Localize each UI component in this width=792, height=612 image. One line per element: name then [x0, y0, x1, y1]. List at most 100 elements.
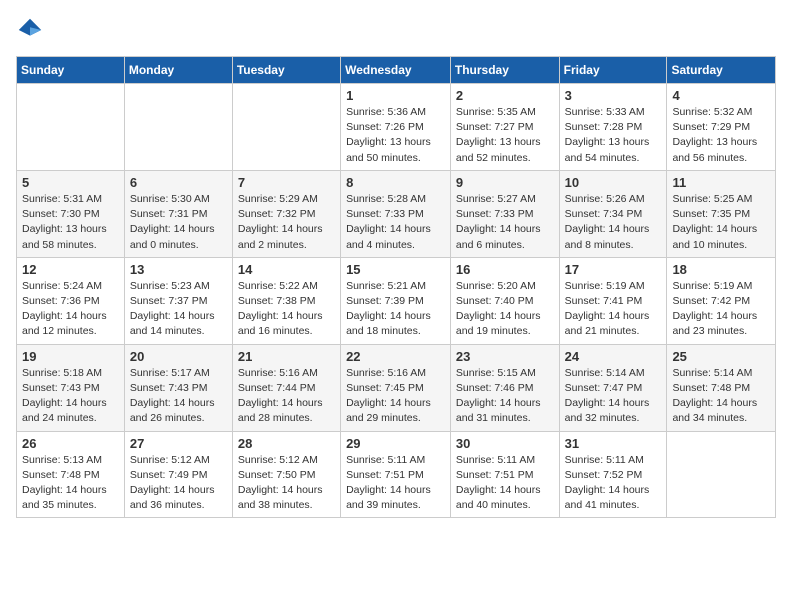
- calendar-cell: 12 Sunrise: 5:24 AMSunset: 7:36 PMDayligh…: [17, 257, 125, 344]
- day-number: 18: [672, 262, 770, 277]
- day-number: 16: [456, 262, 554, 277]
- day-number: 30: [456, 436, 554, 451]
- day-info: Sunrise: 5:31 AMSunset: 7:30 PMDaylight:…: [22, 192, 119, 253]
- day-info: Sunrise: 5:14 AMSunset: 7:48 PMDaylight:…: [672, 366, 770, 427]
- day-info: Sunrise: 5:12 AMSunset: 7:50 PMDaylight:…: [238, 453, 335, 514]
- calendar-cell: 18 Sunrise: 5:19 AMSunset: 7:42 PMDayligh…: [667, 257, 776, 344]
- calendar-cell: 24 Sunrise: 5:14 AMSunset: 7:47 PMDayligh…: [559, 344, 667, 431]
- calendar-cell: 9 Sunrise: 5:27 AMSunset: 7:33 PMDaylight…: [450, 170, 559, 257]
- day-info: Sunrise: 5:13 AMSunset: 7:48 PMDaylight:…: [22, 453, 119, 514]
- calendar-cell: 28Sunrise: 5:12 AMSunset: 7:50 PMDayligh…: [232, 431, 340, 518]
- calendar-cell: 22 Sunrise: 5:16 AMSunset: 7:45 PMDayligh…: [341, 344, 451, 431]
- day-number: 23: [456, 349, 554, 364]
- calendar-cell: 11 Sunrise: 5:25 AMSunset: 7:35 PMDayligh…: [667, 170, 776, 257]
- day-number: 22: [346, 349, 445, 364]
- day-info: Sunrise: 5:16 AMSunset: 7:44 PMDaylight:…: [238, 366, 335, 427]
- calendar-cell: 1 Sunrise: 5:36 AMSunset: 7:26 PMDaylight…: [341, 84, 451, 171]
- day-info: Sunrise: 5:25 AMSunset: 7:35 PMDaylight:…: [672, 192, 770, 253]
- day-info: Sunrise: 5:11 AMSunset: 7:51 PMDaylight:…: [456, 453, 554, 514]
- calendar-cell: [232, 84, 340, 171]
- week-row-5: 26 Sunrise: 5:13 AMSunset: 7:48 PMDayligh…: [17, 431, 776, 518]
- day-number: 20: [130, 349, 227, 364]
- day-info: Sunrise: 5:36 AMSunset: 7:26 PMDaylight:…: [346, 105, 445, 166]
- day-number: 9: [456, 175, 554, 190]
- calendar-cell: 29 Sunrise: 5:11 AMSunset: 7:51 PMDayligh…: [341, 431, 451, 518]
- day-number: 17: [565, 262, 662, 277]
- page-header: [16, 16, 776, 44]
- calendar-cell: 14 Sunrise: 5:22 AMSunset: 7:38 PMDayligh…: [232, 257, 340, 344]
- calendar-cell: 19Sunrise: 5:18 AMSunset: 7:43 PMDayligh…: [17, 344, 125, 431]
- calendar-cell: 7 Sunrise: 5:29 AMSunset: 7:32 PMDaylight…: [232, 170, 340, 257]
- week-row-3: 12 Sunrise: 5:24 AMSunset: 7:36 PMDayligh…: [17, 257, 776, 344]
- calendar-cell: 20 Sunrise: 5:17 AMSunset: 7:43 PMDayligh…: [124, 344, 232, 431]
- day-number: 26: [22, 436, 119, 451]
- day-info: Sunrise: 5:33 AMSunset: 7:28 PMDaylight:…: [565, 105, 662, 166]
- day-info: Sunrise: 5:22 AMSunset: 7:38 PMDaylight:…: [238, 279, 335, 340]
- day-info: Sunrise: 5:12 AMSunset: 7:49 PMDaylight:…: [130, 453, 227, 514]
- day-number: 15: [346, 262, 445, 277]
- day-number: 5: [22, 175, 119, 190]
- weekday-header-row: SundayMondayTuesdayWednesdayThursdayFrid…: [17, 57, 776, 84]
- day-number: 8: [346, 175, 445, 190]
- calendar-cell: 25Sunrise: 5:14 AMSunset: 7:48 PMDayligh…: [667, 344, 776, 431]
- week-row-4: 19Sunrise: 5:18 AMSunset: 7:43 PMDayligh…: [17, 344, 776, 431]
- weekday-header-saturday: Saturday: [667, 57, 776, 84]
- day-info: Sunrise: 5:19 AMSunset: 7:42 PMDaylight:…: [672, 279, 770, 340]
- day-number: 21: [238, 349, 335, 364]
- day-info: Sunrise: 5:30 AMSunset: 7:31 PMDaylight:…: [130, 192, 227, 253]
- day-info: Sunrise: 5:27 AMSunset: 7:33 PMDaylight:…: [456, 192, 554, 253]
- day-number: 4: [672, 88, 770, 103]
- day-number: 2: [456, 88, 554, 103]
- day-number: 1: [346, 88, 445, 103]
- day-info: Sunrise: 5:21 AMSunset: 7:39 PMDaylight:…: [346, 279, 445, 340]
- day-info: Sunrise: 5:18 AMSunset: 7:43 PMDaylight:…: [22, 366, 119, 427]
- week-row-2: 5 Sunrise: 5:31 AMSunset: 7:30 PMDaylight…: [17, 170, 776, 257]
- weekday-header-sunday: Sunday: [17, 57, 125, 84]
- calendar-cell: 21 Sunrise: 5:16 AMSunset: 7:44 PMDayligh…: [232, 344, 340, 431]
- logo-icon: [16, 16, 44, 44]
- calendar-cell: 27 Sunrise: 5:12 AMSunset: 7:49 PMDayligh…: [124, 431, 232, 518]
- calendar: SundayMondayTuesdayWednesdayThursdayFrid…: [16, 56, 776, 518]
- day-info: Sunrise: 5:28 AMSunset: 7:33 PMDaylight:…: [346, 192, 445, 253]
- day-info: Sunrise: 5:26 AMSunset: 7:34 PMDaylight:…: [565, 192, 662, 253]
- day-number: 27: [130, 436, 227, 451]
- day-info: Sunrise: 5:23 AMSunset: 7:37 PMDaylight:…: [130, 279, 227, 340]
- calendar-cell: 15 Sunrise: 5:21 AMSunset: 7:39 PMDayligh…: [341, 257, 451, 344]
- day-info: Sunrise: 5:24 AMSunset: 7:36 PMDaylight:…: [22, 279, 119, 340]
- calendar-cell: [17, 84, 125, 171]
- day-info: Sunrise: 5:20 AMSunset: 7:40 PMDaylight:…: [456, 279, 554, 340]
- day-number: 13: [130, 262, 227, 277]
- day-info: Sunrise: 5:19 AMSunset: 7:41 PMDaylight:…: [565, 279, 662, 340]
- day-info: Sunrise: 5:14 AMSunset: 7:47 PMDaylight:…: [565, 366, 662, 427]
- day-info: Sunrise: 5:32 AMSunset: 7:29 PMDaylight:…: [672, 105, 770, 166]
- calendar-cell: 4 Sunrise: 5:32 AMSunset: 7:29 PMDaylight…: [667, 84, 776, 171]
- calendar-cell: 17 Sunrise: 5:19 AMSunset: 7:41 PMDayligh…: [559, 257, 667, 344]
- calendar-cell: 26 Sunrise: 5:13 AMSunset: 7:48 PMDayligh…: [17, 431, 125, 518]
- day-number: 6: [130, 175, 227, 190]
- logo: [16, 16, 48, 44]
- day-number: 10: [565, 175, 662, 190]
- day-number: 7: [238, 175, 335, 190]
- day-number: 24: [565, 349, 662, 364]
- day-number: 12: [22, 262, 119, 277]
- day-number: 29: [346, 436, 445, 451]
- day-info: Sunrise: 5:17 AMSunset: 7:43 PMDaylight:…: [130, 366, 227, 427]
- day-info: Sunrise: 5:29 AMSunset: 7:32 PMDaylight:…: [238, 192, 335, 253]
- calendar-cell: 2 Sunrise: 5:35 AMSunset: 7:27 PMDaylight…: [450, 84, 559, 171]
- weekday-header-friday: Friday: [559, 57, 667, 84]
- day-info: Sunrise: 5:15 AMSunset: 7:46 PMDaylight:…: [456, 366, 554, 427]
- day-info: Sunrise: 5:11 AMSunset: 7:51 PMDaylight:…: [346, 453, 445, 514]
- calendar-cell: 13 Sunrise: 5:23 AMSunset: 7:37 PMDayligh…: [124, 257, 232, 344]
- day-info: Sunrise: 5:35 AMSunset: 7:27 PMDaylight:…: [456, 105, 554, 166]
- day-number: 11: [672, 175, 770, 190]
- calendar-cell: 31Sunrise: 5:11 AMSunset: 7:52 PMDayligh…: [559, 431, 667, 518]
- calendar-cell: 23 Sunrise: 5:15 AMSunset: 7:46 PMDayligh…: [450, 344, 559, 431]
- calendar-cell: 8 Sunrise: 5:28 AMSunset: 7:33 PMDaylight…: [341, 170, 451, 257]
- day-number: 3: [565, 88, 662, 103]
- calendar-cell: 30 Sunrise: 5:11 AMSunset: 7:51 PMDayligh…: [450, 431, 559, 518]
- weekday-header-tuesday: Tuesday: [232, 57, 340, 84]
- day-number: 14: [238, 262, 335, 277]
- calendar-cell: 16 Sunrise: 5:20 AMSunset: 7:40 PMDayligh…: [450, 257, 559, 344]
- day-info: Sunrise: 5:16 AMSunset: 7:45 PMDaylight:…: [346, 366, 445, 427]
- calendar-cell: 5 Sunrise: 5:31 AMSunset: 7:30 PMDaylight…: [17, 170, 125, 257]
